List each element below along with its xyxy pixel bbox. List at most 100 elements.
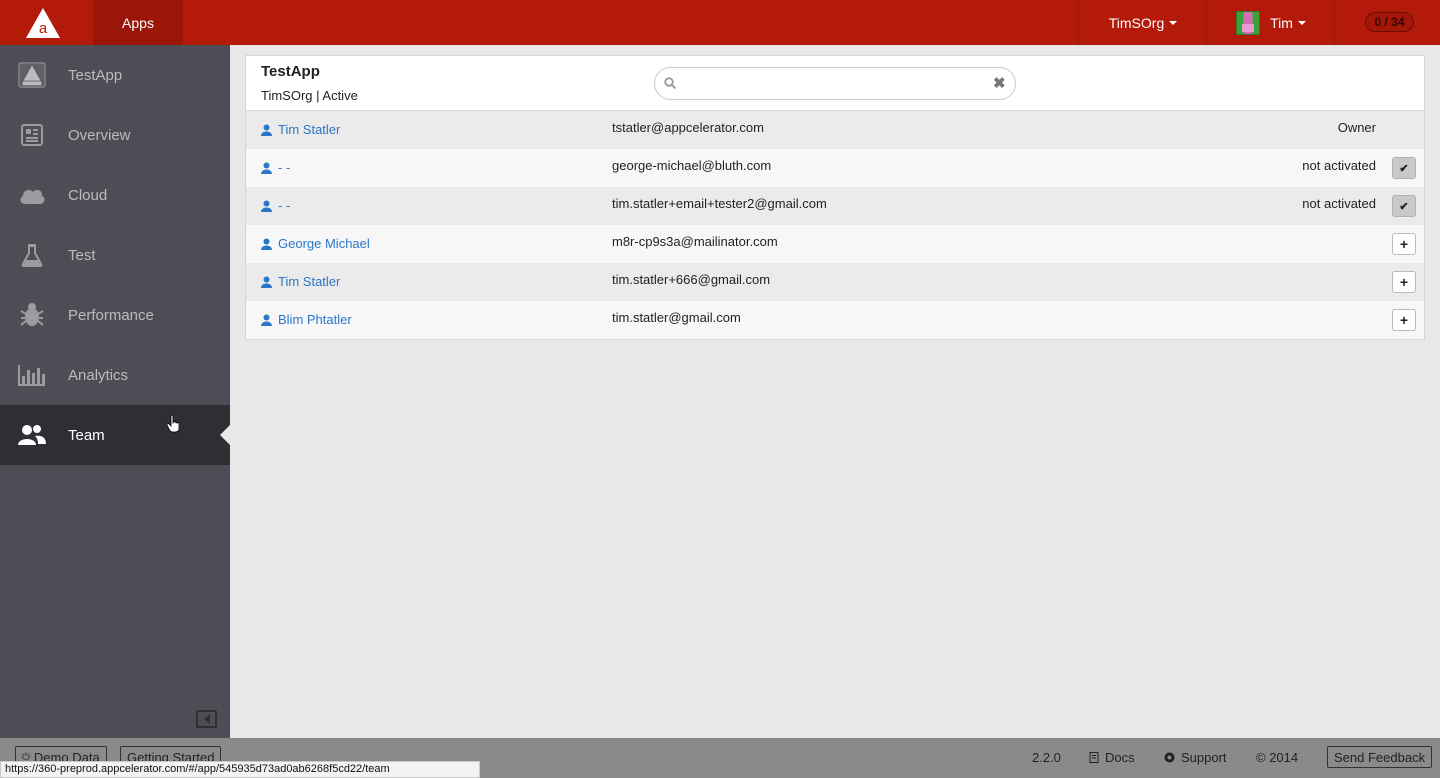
- sidebar-item-cloud[interactable]: Cloud: [0, 165, 230, 225]
- table-row: - - tim.statler+email+tester2@gmail.com no…: [246, 187, 1424, 225]
- user-icon: [261, 200, 272, 212]
- sidebar-item-label: Performance: [68, 306, 154, 324]
- panel-header: TestApp TimSOrg | Active ✖: [246, 56, 1424, 111]
- close-icon[interactable]: ✖: [993, 76, 1006, 91]
- status-bar-url: https://360-preprod.appcelerator.com/#/a…: [0, 761, 480, 778]
- member-email: m8r-cp9s3a@mailinator.com: [612, 234, 778, 249]
- divider: [1334, 0, 1335, 45]
- sidebar-item-team[interactable]: Team: [0, 405, 230, 465]
- org-dropdown-label: TimSOrg: [1108, 14, 1165, 31]
- top-nav-bar: a Apps TimSOrg Tim 0 / 34: [0, 0, 1440, 45]
- user-icon: [261, 238, 272, 250]
- search-icon: [664, 77, 676, 89]
- sidebar-item-label: Overview: [68, 126, 131, 144]
- sidebar: TestApp Overview Cloud Test Performance …: [0, 45, 230, 738]
- sidebar-item-label: Test: [68, 246, 96, 264]
- table-row: - - george-michael@bluth.com not activated…: [246, 149, 1424, 187]
- sidebar-item-label: Cloud: [68, 186, 108, 204]
- member-status: not activated: [1302, 196, 1376, 211]
- member-name: Tim Statler: [278, 274, 341, 289]
- cloud-icon: [18, 181, 46, 209]
- member-name-link[interactable]: Tim Statler: [260, 122, 340, 137]
- send-feedback-button[interactable]: Send Feedback: [1327, 746, 1433, 768]
- team-panel: TestApp TimSOrg | Active ✖ Tim Statler ts…: [245, 55, 1425, 340]
- count-badge-text: 0 / 34: [1374, 15, 1405, 29]
- caret-down-icon: [1297, 20, 1306, 25]
- send-feedback-label: Send Feedback: [1334, 749, 1426, 765]
- table-row: Tim Statler tim.statler+666@gmail.com +: [246, 263, 1424, 301]
- table-row: Blim Phtatler tim.statler@gmail.com +: [246, 301, 1424, 339]
- lifebuoy-icon: [1164, 752, 1175, 763]
- bug-icon: [18, 301, 46, 329]
- table-row: George Michael m8r-cp9s3a@mailinator.com +: [246, 225, 1424, 263]
- member-email: tim.statler+email+tester2@gmail.com: [612, 196, 827, 211]
- divider: [1078, 0, 1079, 45]
- member-name-link[interactable]: Blim Phtatler: [260, 312, 352, 327]
- plus-icon: +: [1399, 236, 1409, 252]
- member-status: not activated: [1302, 158, 1376, 173]
- member-name-link[interactable]: Tim Statler: [260, 274, 340, 289]
- alloy-app-icon: [18, 61, 46, 89]
- svg-text:a: a: [39, 20, 48, 37]
- docs-label: Docs: [1105, 750, 1135, 765]
- sidebar-item-analytics[interactable]: Analytics: [0, 345, 230, 405]
- sidebar-item-label: Analytics: [68, 366, 129, 384]
- member-name: Blim Phtatler: [278, 312, 352, 327]
- checkmark-icon: ✔: [1399, 162, 1409, 175]
- activate-check-button[interactable]: ✔: [1392, 157, 1416, 179]
- appcelerator-logo[interactable]: a: [0, 0, 86, 45]
- sidebar-item-performance[interactable]: Performance: [0, 285, 230, 345]
- bar-chart-icon: [18, 361, 46, 389]
- org-dropdown[interactable]: TimSOrg: [1080, 0, 1206, 45]
- copyright-label: © 2014: [1256, 750, 1299, 765]
- add-member-button[interactable]: +: [1392, 233, 1416, 255]
- divider: [1206, 0, 1207, 45]
- newspaper-icon: [18, 121, 46, 149]
- user-dropdown[interactable]: Tim: [1208, 0, 1334, 45]
- add-member-button[interactable]: +: [1392, 271, 1416, 293]
- support-label: Support: [1181, 750, 1227, 765]
- users-icon: [18, 421, 46, 449]
- table-row: Tim Statler tstatler@appcelerator.com Owne…: [246, 111, 1424, 149]
- sidebar-item-label: Team: [68, 426, 105, 444]
- logo-icon: a: [26, 7, 60, 38]
- page-title: TestApp: [261, 63, 320, 80]
- notification-count-badge[interactable]: 0 / 34: [1365, 12, 1414, 32]
- flask-icon: [18, 241, 46, 269]
- member-name-link[interactable]: George Michael: [260, 236, 370, 251]
- member-email: george-michael@bluth.com: [612, 158, 772, 173]
- sidebar-item-label: TestApp: [68, 66, 123, 84]
- app-subtitle: TimSOrg | Active: [261, 88, 358, 103]
- search-box: ✖: [654, 67, 1016, 100]
- search-input[interactable]: [685, 73, 985, 94]
- support-link[interactable]: Support: [1164, 750, 1227, 765]
- activate-check-button[interactable]: ✔: [1392, 195, 1416, 217]
- user-icon: [261, 276, 272, 288]
- docs-link[interactable]: Docs: [1089, 750, 1135, 765]
- member-name: - -: [278, 160, 291, 175]
- user-dropdown-label: Tim: [1270, 14, 1293, 31]
- member-name: - -: [278, 198, 291, 213]
- sidebar-item-testapp[interactable]: TestApp: [0, 45, 230, 105]
- sidebar-item-overview[interactable]: Overview: [0, 105, 230, 165]
- sidebar-item-test[interactable]: Test: [0, 225, 230, 285]
- collapse-sidebar-button[interactable]: [196, 710, 217, 728]
- member-name: George Michael: [278, 236, 370, 251]
- member-status: Owner: [1337, 120, 1376, 135]
- add-member-button[interactable]: +: [1392, 309, 1416, 331]
- checkmark-icon: ✔: [1399, 200, 1409, 213]
- plus-icon: +: [1399, 274, 1409, 290]
- member-name-link[interactable]: - -: [260, 198, 290, 213]
- apps-tab-label: Apps: [122, 14, 154, 31]
- user-icon: [261, 162, 272, 174]
- member-name-link[interactable]: - -: [260, 160, 290, 175]
- document-icon: [1089, 752, 1099, 763]
- avatar: [1236, 10, 1261, 35]
- member-email: tstatler@appcelerator.com: [612, 120, 764, 135]
- member-name: Tim Statler: [278, 122, 341, 137]
- member-email: tim.statler+666@gmail.com: [612, 272, 771, 287]
- member-email: tim.statler@gmail.com: [612, 310, 741, 325]
- user-icon: [261, 124, 272, 136]
- caret-down-icon: [1169, 20, 1178, 25]
- apps-tab[interactable]: Apps: [93, 0, 183, 45]
